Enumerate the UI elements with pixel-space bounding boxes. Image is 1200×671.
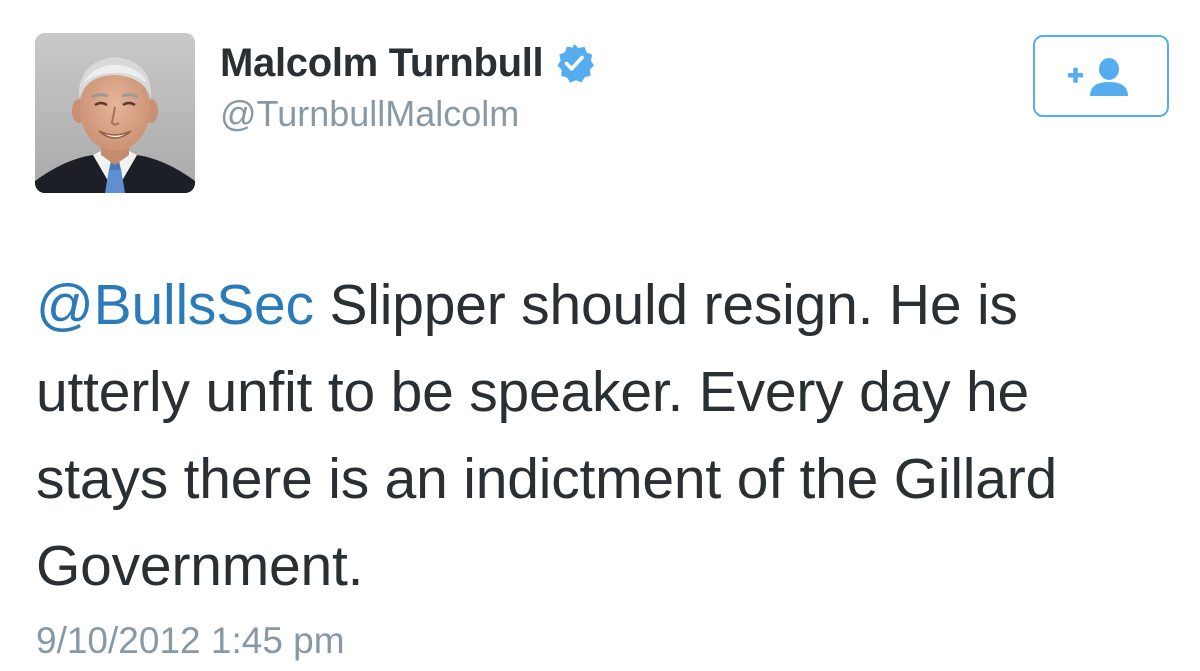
display-name[interactable]: Malcolm Turnbull — [220, 38, 544, 88]
follow-button[interactable] — [1033, 35, 1169, 117]
mention-link[interactable]: @BullsSec — [36, 273, 314, 337]
tweet-card: Malcolm Turnbull @TurnbullMalcolm @Bulls… — [0, 0, 1200, 671]
tweet-line-4: Government. — [36, 534, 364, 598]
name-row: Malcolm Turnbull — [220, 38, 595, 88]
tweet-line-1-text: Slipper should resign. He is — [313, 273, 1018, 337]
tweet-text: @BullsSec Slipper should resign. He is u… — [36, 262, 1176, 610]
verified-badge-icon — [553, 42, 595, 84]
tweet-line-1: @BullsSec Slipper should resign. He is — [36, 262, 1176, 349]
user-info: Malcolm Turnbull @TurnbullMalcolm — [220, 38, 595, 138]
tweet-timestamp[interactable]: 9/10/2012 1:45 pm — [36, 617, 345, 665]
tweet-line-3: stays there is an indictment of the Gill… — [36, 447, 1058, 511]
avatar[interactable] — [35, 33, 195, 193]
profile-photo — [35, 33, 195, 193]
add-user-icon — [1068, 58, 1128, 96]
user-handle[interactable]: @TurnbullMalcolm — [220, 90, 595, 138]
tweet-line-2: utterly unfit to be speaker. Every day h… — [36, 360, 1030, 424]
